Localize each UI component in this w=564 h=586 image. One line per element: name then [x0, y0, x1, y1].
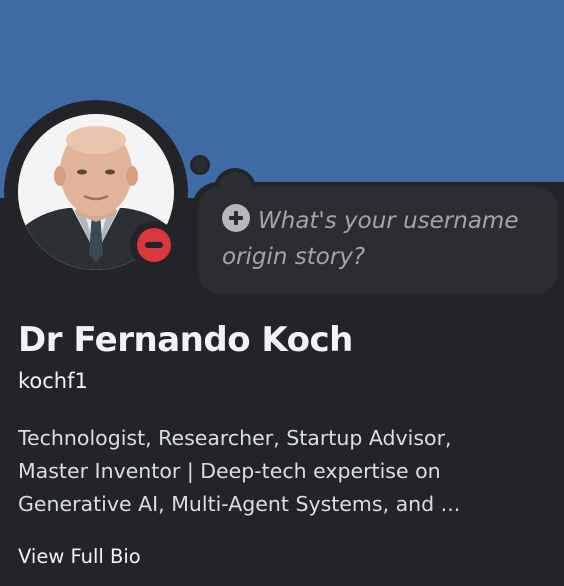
bio: Technologist, Researcher, Startup Adviso…: [18, 422, 554, 521]
bio-line: Master Inventor | Deep-tech expertise on: [18, 459, 441, 483]
thought-dot-small: [190, 155, 210, 175]
username: kochf1: [18, 369, 88, 393]
custom-status-prompt[interactable]: What's your username origin story?: [198, 187, 558, 294]
display-name: Dr Fernando Koch: [18, 320, 353, 360]
bio-line: Technologist, Researcher, Startup Adviso…: [18, 426, 452, 450]
bio-line: Generative AI, Multi-Agent Systems, and …: [18, 492, 461, 516]
plus-circle-icon: [222, 204, 250, 232]
view-full-bio-link[interactable]: View Full Bio: [18, 545, 141, 568]
status-prompt-text: What's your username origin story?: [222, 203, 534, 275]
dnd-status-icon: [137, 228, 171, 262]
